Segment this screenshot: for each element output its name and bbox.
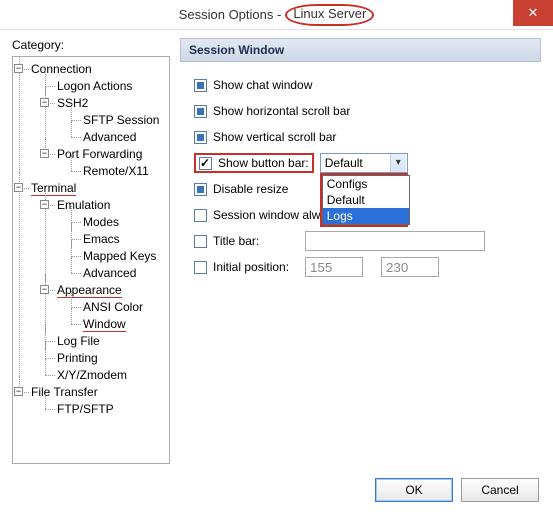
title-bar: Session Options - Linux Server ✕	[0, 0, 553, 30]
title-bar-input[interactable]	[305, 231, 485, 251]
chk-show-hscroll[interactable]	[194, 105, 207, 118]
chk-show-button-bar[interactable]	[199, 157, 212, 170]
lbl-initial-pos: Initial position:	[213, 260, 305, 274]
tree-toggle[interactable]: −	[14, 64, 23, 73]
chk-show-vscroll[interactable]	[194, 131, 207, 144]
chk-show-chat[interactable]	[194, 79, 207, 92]
tree-xyz[interactable]: X/Y/Zmodem	[57, 368, 127, 382]
close-button[interactable]: ✕	[513, 0, 553, 26]
button-bar-select[interactable]: Default ▾ Configs Default Logs	[320, 153, 408, 173]
tree-advanced-emul[interactable]: Advanced	[83, 266, 136, 280]
lbl-show-hscroll: Show horizontal scroll bar	[213, 104, 350, 118]
category-label: Category:	[12, 38, 170, 52]
title-prefix: Session Options -	[179, 7, 282, 22]
lbl-disable-resize: Disable resize	[213, 182, 288, 196]
lbl-show-chat: Show chat window	[213, 78, 312, 92]
tree-printing[interactable]: Printing	[57, 351, 98, 365]
tree-window[interactable]: Window	[83, 317, 126, 332]
section-header: Session Window	[180, 38, 541, 62]
pos-x-input[interactable]	[305, 257, 363, 277]
chk-title-bar[interactable]	[194, 235, 207, 248]
tree-toggle[interactable]: −	[40, 285, 49, 294]
lbl-title-bar: Title bar:	[213, 234, 305, 248]
tree-advanced-ssh[interactable]: Advanced	[83, 130, 136, 144]
tree-emacs[interactable]: Emacs	[83, 232, 120, 246]
select-value: Default	[325, 156, 363, 170]
dd-opt-logs[interactable]: Logs	[323, 208, 409, 224]
tree-modes[interactable]: Modes	[83, 215, 119, 229]
tree-toggle[interactable]: −	[14, 183, 23, 192]
tree-emulation[interactable]: Emulation	[57, 198, 110, 212]
tree-log-file[interactable]: Log File	[57, 334, 100, 348]
lbl-show-button-bar: Show button bar:	[218, 156, 309, 170]
tree-toggle[interactable]: −	[40, 200, 49, 209]
tree-terminal[interactable]: Terminal	[31, 181, 76, 196]
tree-appearance[interactable]: Appearance	[57, 283, 122, 298]
cancel-button[interactable]: Cancel	[461, 478, 539, 502]
tree-toggle[interactable]: −	[14, 387, 23, 396]
tree-mapped-keys[interactable]: Mapped Keys	[83, 249, 156, 263]
tree-logon-actions[interactable]: Logon Actions	[57, 79, 132, 93]
tree-file-transfer[interactable]: File Transfer	[31, 385, 98, 399]
tree-port-fwd[interactable]: Port Forwarding	[57, 147, 142, 161]
chk-disable-resize[interactable]	[194, 183, 207, 196]
tree-ansi-color[interactable]: ANSI Color	[83, 300, 143, 314]
chk-initial-pos[interactable]	[194, 261, 207, 274]
category-tree[interactable]: − Connection Logon Actions − SSH2 SFTP S…	[12, 56, 170, 464]
tree-ftp-sftp[interactable]: FTP/SFTP	[57, 402, 114, 416]
tree-toggle[interactable]: −	[40, 149, 49, 158]
ok-button[interactable]: OK	[375, 478, 453, 502]
tree-toggle[interactable]: −	[40, 98, 49, 107]
tree-remote-x11[interactable]: Remote/X11	[83, 164, 149, 178]
chk-session-always[interactable]	[194, 209, 207, 222]
chevron-down-icon: ▾	[390, 154, 406, 172]
dd-opt-default[interactable]: Default	[323, 192, 409, 208]
title-session: Linux Server	[285, 4, 374, 26]
pos-y-input[interactable]	[381, 257, 439, 277]
tree-connection[interactable]: Connection	[31, 62, 92, 76]
close-icon: ✕	[528, 5, 539, 21]
dd-opt-configs[interactable]: Configs	[323, 176, 409, 192]
lbl-session-always: Session window alwa	[213, 208, 327, 222]
tree-ssh2[interactable]: SSH2	[57, 96, 88, 110]
tree-sftp-session[interactable]: SFTP Session	[83, 113, 159, 127]
lbl-show-vscroll: Show vertical scroll bar	[213, 130, 336, 144]
